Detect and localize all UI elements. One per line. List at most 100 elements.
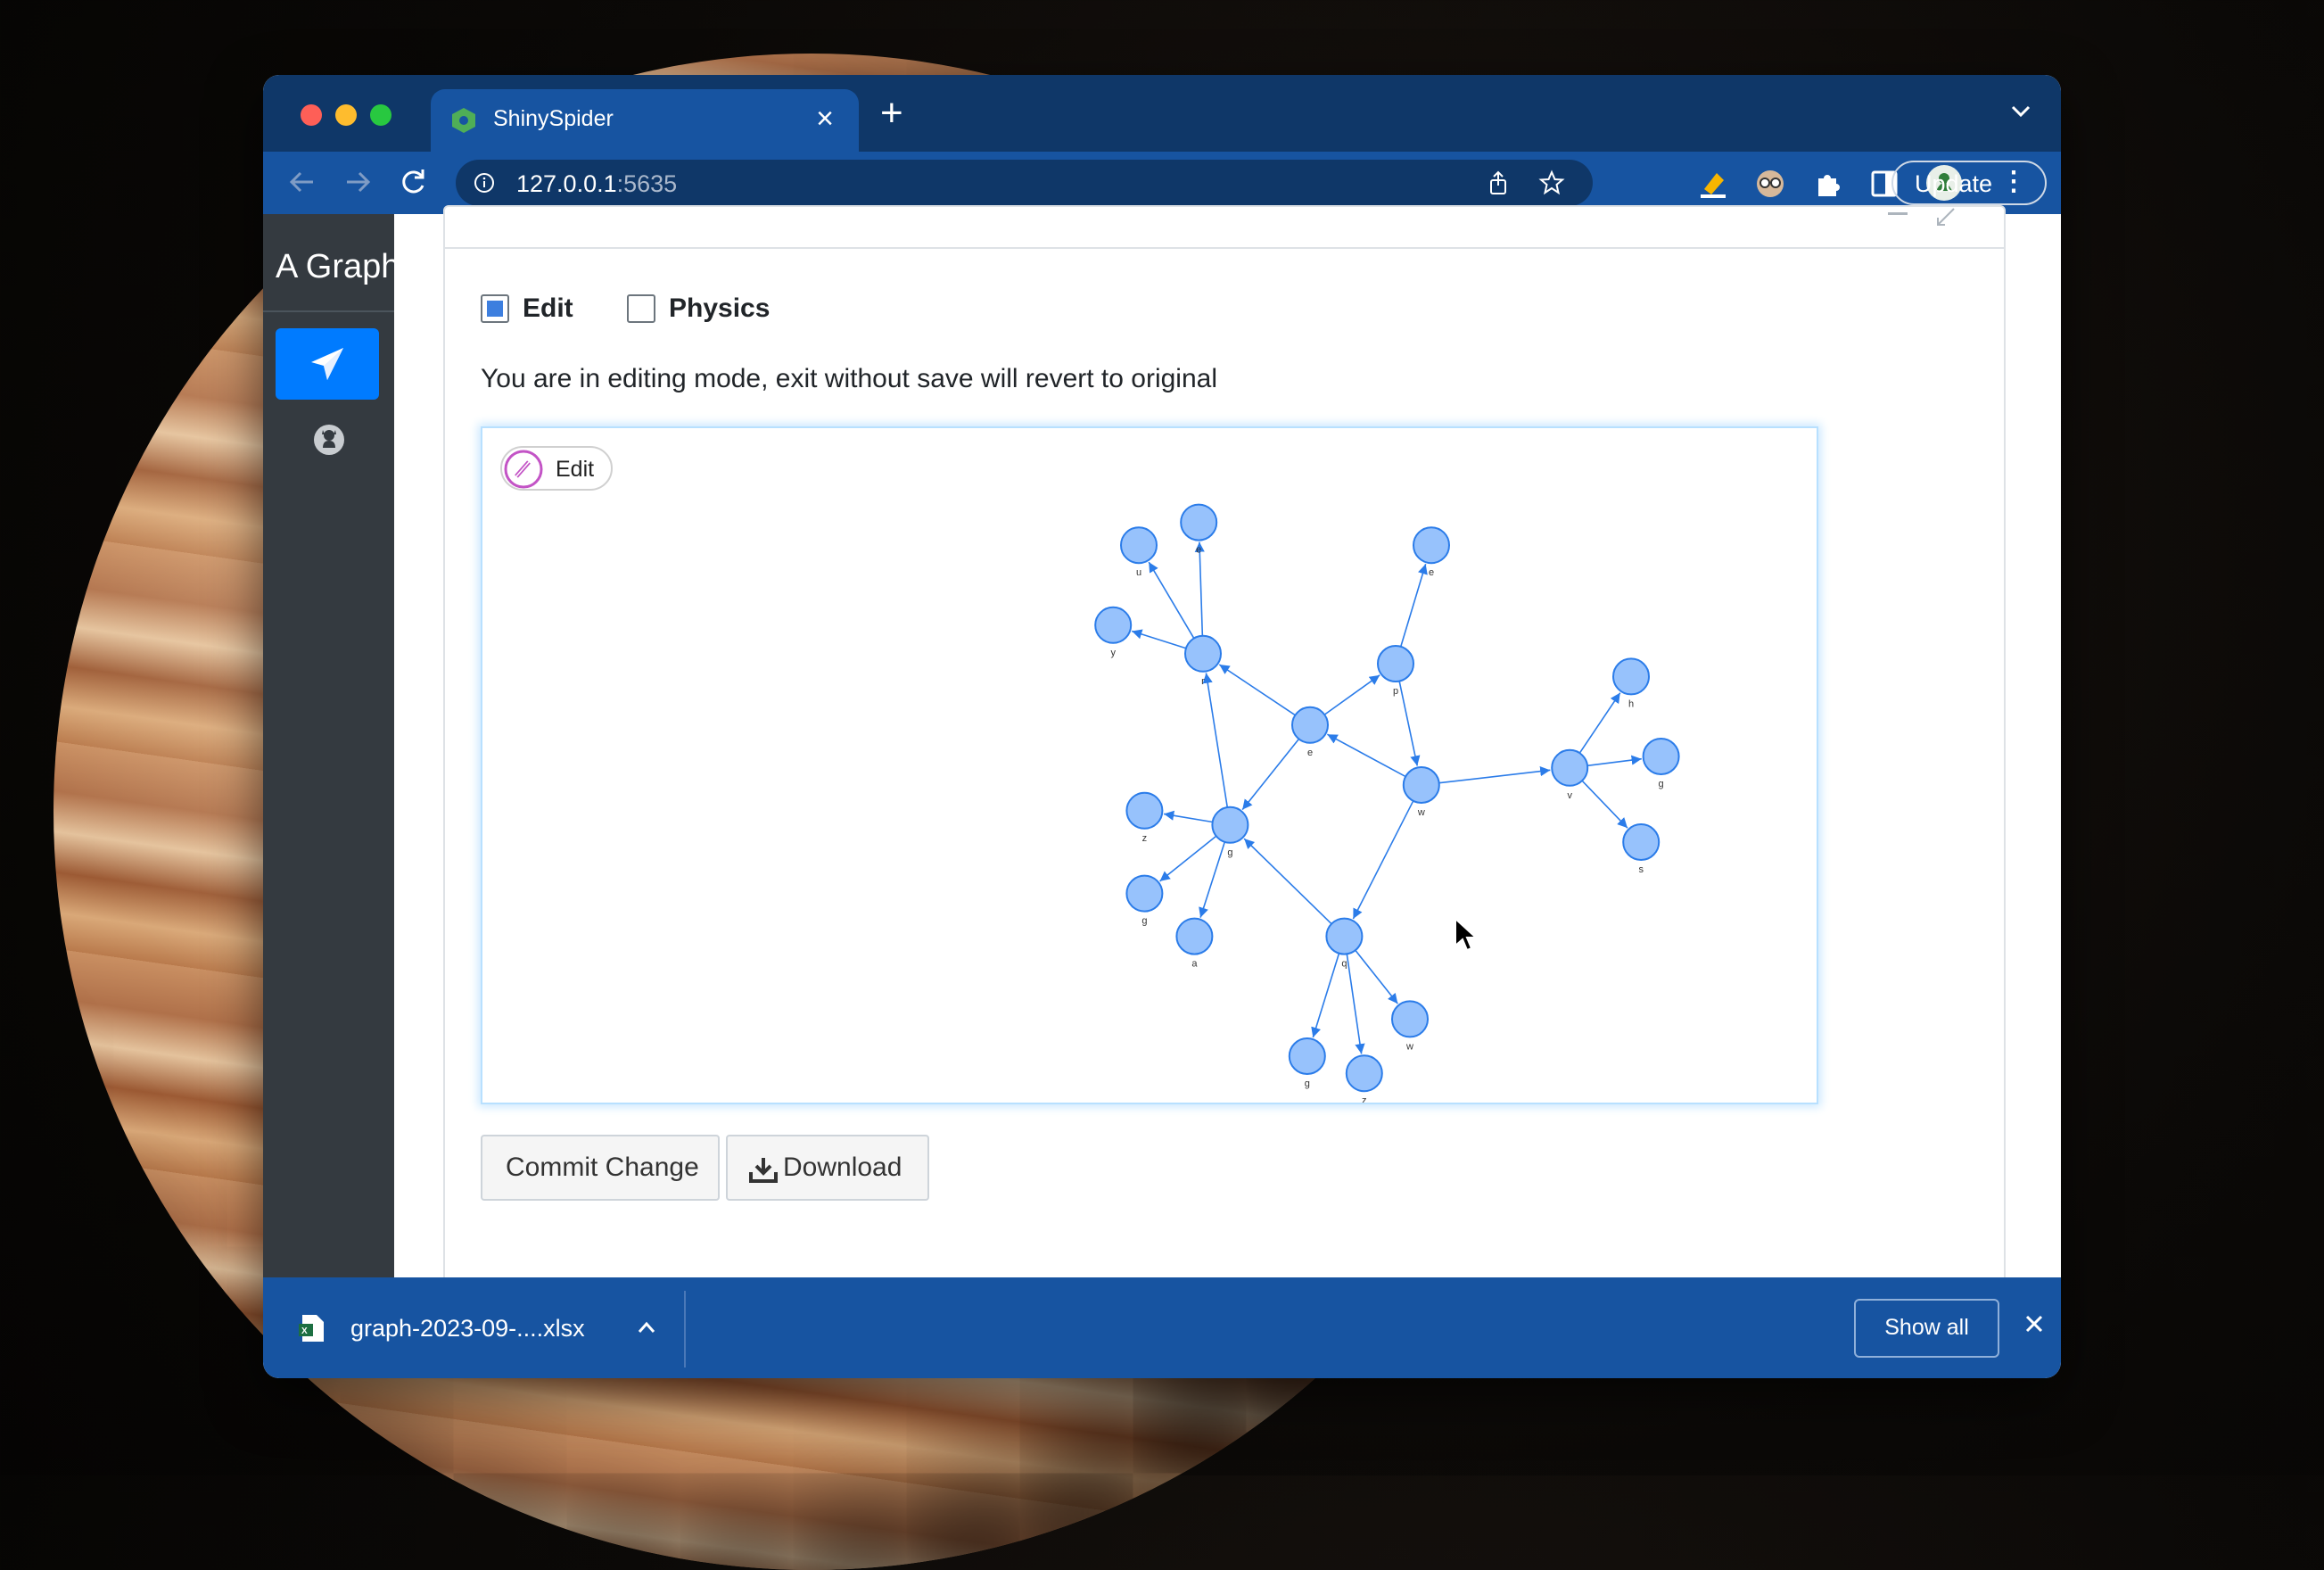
edit-checkbox-label[interactable]: Edit: [523, 293, 573, 324]
address-bar[interactable]: 127.0.0.1:5635: [456, 160, 1593, 206]
graph-node-label: s: [1638, 864, 1644, 875]
graph-node[interactable]: [1377, 645, 1414, 682]
tab-search-chevron-icon[interactable]: [2007, 98, 2034, 125]
graph-edge[interactable]: [1400, 564, 1428, 648]
graph-node[interactable]: [1402, 766, 1440, 804]
commit-change-label: Commit Change: [506, 1153, 699, 1182]
graph-node-label: u: [1136, 567, 1141, 578]
browser-tab[interactable]: ShinySpider ×: [431, 89, 859, 152]
graph-node-label: a: [1191, 959, 1198, 970]
reader-extension-icon[interactable]: [1754, 168, 1786, 200]
graph-edge[interactable]: [1398, 681, 1421, 766]
graph-edge[interactable]: [1131, 629, 1187, 649]
graph-edge[interactable]: [1194, 541, 1205, 636]
card-minimize-icon[interactable]: [1888, 212, 1908, 215]
graph-edge[interactable]: [1438, 766, 1551, 784]
graph-edge[interactable]: [1586, 755, 1642, 767]
brand-title: A Graph: [276, 248, 400, 285]
card-header: [445, 207, 2004, 249]
graph-node[interactable]: [1175, 917, 1214, 955]
graph-node-label: g: [1305, 1078, 1310, 1089]
graph-edge[interactable]: [1352, 800, 1414, 920]
highlighter-extension-icon[interactable]: [1697, 168, 1729, 200]
tab-close-icon[interactable]: ×: [816, 102, 834, 136]
graph-node[interactable]: [1180, 503, 1218, 541]
card-expand-icon[interactable]: [1934, 205, 1957, 228]
physics-checkbox-label[interactable]: Physics: [669, 293, 770, 324]
window-close-button[interactable]: [301, 104, 322, 126]
graph-edge[interactable]: [1311, 953, 1340, 1038]
share-icon[interactable]: [1484, 169, 1512, 197]
physics-checkbox[interactable]: [627, 294, 655, 323]
graph-node[interactable]: [1413, 526, 1450, 565]
bookmark-star-icon[interactable]: [1537, 169, 1566, 197]
window-maximize-button[interactable]: [370, 104, 391, 126]
mouse-cursor-icon: [1455, 917, 1479, 952]
sidebar-item-graph[interactable]: [276, 328, 379, 400]
site-info-icon[interactable]: [474, 172, 495, 194]
show-all-button[interactable]: Show all: [1854, 1299, 1999, 1358]
download-icon: [749, 1158, 778, 1183]
graph-edge[interactable]: [1243, 838, 1332, 925]
graph-node[interactable]: [1642, 738, 1680, 775]
back-arrow-icon[interactable]: [284, 164, 320, 200]
graph-edge[interactable]: [1199, 841, 1226, 918]
graph-edit-button[interactable]: Edit: [500, 446, 613, 491]
extensions-puzzle-icon[interactable]: [1811, 168, 1843, 200]
graph-node-label: z: [1142, 833, 1148, 844]
graph-edge[interactable]: [1202, 673, 1229, 808]
graph-edge[interactable]: [1148, 561, 1195, 639]
graph-node-label: r: [1201, 676, 1205, 687]
graph-edge[interactable]: [1241, 738, 1300, 811]
graph-edge[interactable]: [1218, 664, 1296, 716]
download-label: Download: [783, 1153, 902, 1182]
graph-node[interactable]: [1291, 706, 1329, 744]
update-button[interactable]: Update ⋮: [1891, 161, 2047, 205]
graph-node[interactable]: [1125, 791, 1164, 830]
url-port: :5635: [616, 170, 678, 197]
graph-node[interactable]: [1551, 748, 1589, 787]
chevron-up-icon[interactable]: [636, 1318, 657, 1336]
graph-card: Edit Physics You are in editing mode, ex…: [443, 205, 2006, 1329]
browser-menu-icon[interactable]: ⋮: [2000, 166, 2027, 197]
download-separator: [684, 1291, 686, 1368]
network-graph[interactable]: u e e y r p e h w v g z g s g a q w g z: [482, 428, 1817, 1103]
graph-node[interactable]: [1288, 1037, 1326, 1075]
graph-node[interactable]: [1125, 874, 1164, 913]
graph-edge[interactable]: [1578, 692, 1621, 754]
edit-checkbox[interactable]: [481, 294, 509, 323]
graph-edge[interactable]: [1326, 733, 1406, 778]
graph-node[interactable]: [1622, 823, 1661, 861]
sidebar: A Graph: [263, 214, 400, 1354]
graph-node-label: g: [1227, 847, 1232, 858]
graph-node-label: w: [1405, 1041, 1413, 1052]
graph-node-label: q: [1341, 959, 1347, 970]
close-icon[interactable]: [2022, 1311, 2047, 1336]
graph-edge[interactable]: [1346, 954, 1365, 1054]
graph-node[interactable]: [1612, 657, 1650, 696]
graph-edge[interactable]: [1323, 674, 1380, 715]
reload-icon[interactable]: [395, 164, 431, 200]
graph-edge[interactable]: [1581, 780, 1628, 829]
browser-window: ShinySpider × + 127.0.0.1:5635 Update ⋮ …: [263, 75, 2061, 1378]
graph-node[interactable]: [1211, 806, 1249, 844]
commit-change-button[interactable]: Commit Change: [481, 1135, 720, 1201]
graph-node[interactable]: [1184, 634, 1222, 673]
svg-text:X: X: [301, 1326, 308, 1336]
graph-edge[interactable]: [1163, 810, 1213, 823]
graph-node[interactable]: [1345, 1054, 1383, 1093]
downloaded-file-name[interactable]: graph-2023-09-....xlsx: [350, 1315, 585, 1343]
network-graph-canvas[interactable]: u e e y r p e h w v g z g s g a q w g z Edit: [481, 426, 1818, 1104]
download-button[interactable]: Download: [726, 1135, 929, 1201]
graph-edge[interactable]: [1355, 949, 1398, 1004]
new-tab-button[interactable]: +: [880, 91, 903, 136]
graph-node[interactable]: [1391, 1000, 1429, 1038]
forward-arrow-icon[interactable]: [340, 164, 375, 200]
graph-node[interactable]: [1325, 917, 1364, 955]
github-icon[interactable]: [312, 423, 346, 457]
excel-file-icon: X: [299, 1315, 324, 1342]
graph-edge[interactable]: [1159, 835, 1217, 882]
graph-node[interactable]: [1120, 526, 1158, 565]
graph-node[interactable]: [1094, 606, 1133, 644]
window-minimize-button[interactable]: [335, 104, 357, 126]
